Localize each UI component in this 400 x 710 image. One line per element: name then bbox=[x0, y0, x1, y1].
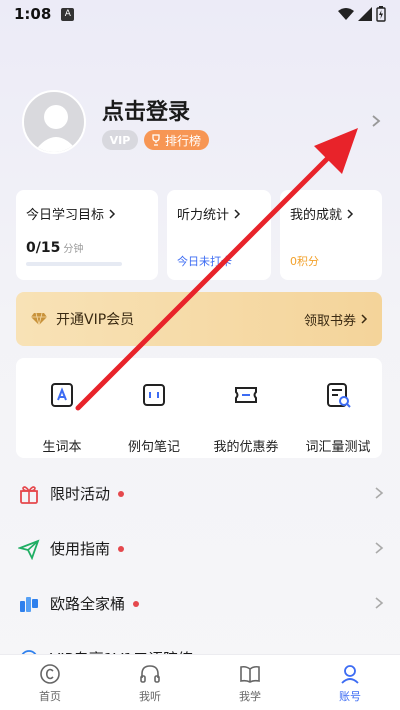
word-book-icon bbox=[51, 383, 73, 407]
menu-item-limited-activity[interactable]: 限时活动 bbox=[0, 466, 400, 521]
chevron-right-icon bbox=[361, 314, 368, 324]
listening-stats-card[interactable]: 听力统计 今日未打卡 bbox=[167, 190, 271, 280]
status-icons bbox=[338, 6, 386, 22]
daily-goal-progress-bar bbox=[26, 262, 122, 266]
daily-goal-title: 今日学习目标 bbox=[26, 204, 148, 223]
notification-dot bbox=[118, 545, 125, 552]
rank-label: 排行榜 bbox=[165, 133, 202, 148]
tool-label: 例句笔记 bbox=[127, 440, 180, 455]
tool-label: 生词本 bbox=[42, 440, 82, 455]
tool-label: 词汇量测试 bbox=[305, 440, 371, 455]
daily-goal-card[interactable]: 今日学习目标 0/15 分钟 bbox=[16, 190, 158, 280]
signal-icon bbox=[358, 7, 372, 21]
home-icon bbox=[40, 664, 60, 684]
account-icon bbox=[341, 665, 359, 684]
coupon-icon bbox=[235, 387, 257, 403]
notification-dot bbox=[118, 490, 125, 497]
stats-section: 今日学习目标 0/15 分钟 听力统计 今日未打卡 我的成就 0积分 bbox=[16, 190, 382, 280]
send-icon bbox=[18, 538, 40, 560]
chevron-right-icon bbox=[375, 542, 384, 554]
chevron-right-icon bbox=[234, 208, 241, 219]
status-time: 1:08 bbox=[14, 5, 52, 23]
menu-item-eudic-family[interactable]: 欧路全家桶 bbox=[0, 576, 400, 631]
tab-label: 我听 bbox=[139, 690, 161, 703]
claim-coupon-button[interactable]: 领取书券 bbox=[304, 310, 368, 329]
tool-my-coupons[interactable]: 我的优惠券 bbox=[200, 380, 292, 455]
vip-banner-label: 开通VIP会员 bbox=[56, 312, 135, 328]
menu-list: 限时活动 使用指南 欧路全家桶 VIP专享1V1口语陪练 bbox=[0, 466, 400, 686]
tool-example-notes[interactable]: 例句笔记 bbox=[108, 380, 200, 455]
vip-badge: VIP bbox=[102, 130, 138, 150]
vip-banner[interactable]: 开通VIP会员 领取书券 bbox=[16, 292, 382, 346]
tool-word-book[interactable]: 生词本 bbox=[16, 380, 108, 455]
app-family-icon bbox=[20, 596, 38, 612]
menu-item-user-guide[interactable]: 使用指南 bbox=[0, 521, 400, 576]
tab-study[interactable]: 我学 bbox=[200, 655, 300, 710]
gift-icon bbox=[20, 485, 38, 504]
book-icon bbox=[240, 665, 260, 683]
daily-goal-progress: 0/15 分钟 bbox=[26, 240, 84, 256]
chevron-right-icon bbox=[375, 487, 384, 499]
tools-grid: 生词本 例句笔记 我的优惠券 词汇量测试 bbox=[16, 358, 382, 458]
achievements-card[interactable]: 我的成就 0积分 bbox=[280, 190, 382, 280]
app-notification-icon: A bbox=[61, 7, 75, 21]
wifi-icon bbox=[338, 8, 354, 20]
profile-header[interactable]: 点击登录 VIP 排行榜 bbox=[22, 90, 382, 160]
menu-item-label: 限时活动 bbox=[50, 485, 111, 503]
tab-label: 账号 bbox=[339, 690, 361, 703]
menu-item-label: 使用指南 bbox=[50, 540, 111, 558]
default-avatar-icon bbox=[34, 105, 78, 152]
tab-label: 我学 bbox=[239, 690, 261, 703]
diamond-icon bbox=[31, 312, 47, 326]
trophy-icon bbox=[152, 134, 160, 146]
notification-dot bbox=[133, 600, 140, 607]
achievement-points: 0积分 bbox=[290, 255, 319, 268]
achievements-title: 我的成就 bbox=[290, 204, 372, 223]
vocab-test-icon bbox=[327, 383, 351, 408]
bottom-tab-bar: 首页 我听 我学 账号 bbox=[0, 654, 400, 710]
headphones-icon bbox=[140, 665, 160, 683]
battery-icon bbox=[376, 6, 386, 22]
tab-home[interactable]: 首页 bbox=[0, 655, 100, 710]
note-icon bbox=[143, 384, 165, 406]
tool-label: 我的优惠券 bbox=[213, 440, 279, 455]
chevron-right-icon[interactable] bbox=[370, 114, 382, 128]
tab-listen[interactable]: 我听 bbox=[100, 655, 200, 710]
tab-label: 首页 bbox=[39, 690, 61, 703]
status-bar: 1:08 A bbox=[0, 0, 400, 28]
rank-badge[interactable]: 排行榜 bbox=[144, 130, 210, 150]
menu-item-label: 欧路全家桶 bbox=[50, 595, 126, 613]
tab-account[interactable]: 账号 bbox=[300, 655, 400, 710]
chevron-right-icon bbox=[109, 208, 116, 219]
tool-vocab-test[interactable]: 词汇量测试 bbox=[292, 380, 384, 455]
listening-stats-title: 听力统计 bbox=[177, 204, 261, 223]
chevron-right-icon bbox=[375, 597, 384, 609]
login-title[interactable]: 点击登录 bbox=[102, 94, 190, 126]
avatar[interactable] bbox=[22, 90, 86, 154]
chevron-right-icon bbox=[347, 208, 354, 219]
listening-status: 今日未打卡 bbox=[177, 255, 232, 268]
